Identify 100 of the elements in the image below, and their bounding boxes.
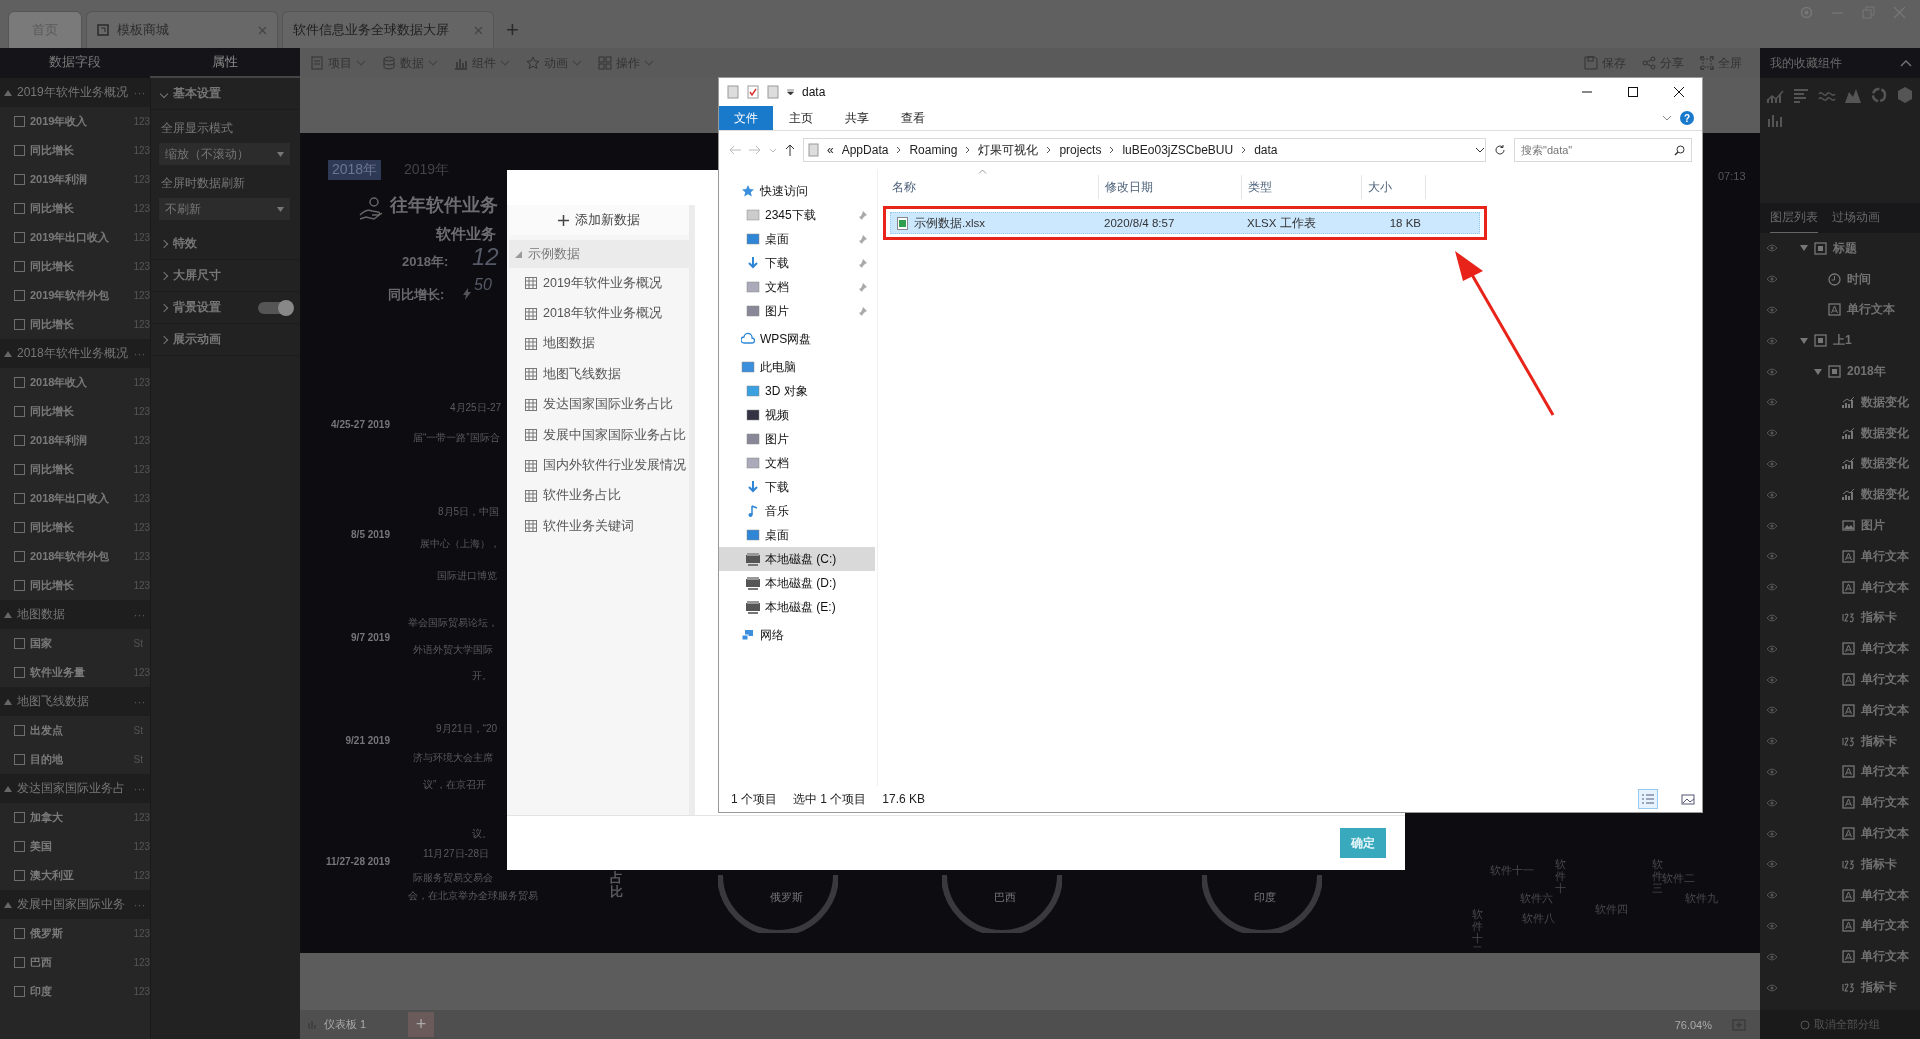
pin-icon[interactable] (858, 306, 867, 316)
app-tab[interactable]: 模板商城 (86, 11, 278, 48)
eye-icon[interactable] (1766, 798, 1778, 807)
nav-item[interactable]: 桌面 (719, 227, 875, 251)
eye-icon[interactable] (1766, 706, 1778, 715)
expand-triangle-icon[interactable] (4, 698, 12, 705)
checkbox[interactable] (14, 116, 25, 127)
layer-name[interactable]: 单行文本 (1861, 640, 1909, 658)
eye-icon[interactable] (1766, 244, 1778, 253)
eye-icon[interactable] (1766, 613, 1778, 622)
section-title[interactable]: 大屏尺寸 (172, 267, 221, 284)
eye-icon[interactable] (1766, 737, 1778, 746)
eye-icon[interactable] (1766, 891, 1778, 900)
eye-icon[interactable] (1766, 767, 1778, 776)
nav-item[interactable]: 网络 (719, 623, 875, 647)
layer-name[interactable]: 单行文本 (1861, 671, 1909, 689)
column-header[interactable]: 修改日期 (1099, 175, 1242, 199)
layer-name[interactable]: 单行文本 (1847, 301, 1895, 319)
up-arrow-icon[interactable] (785, 144, 795, 156)
eye-icon[interactable] (1766, 398, 1778, 407)
checkbox[interactable] (14, 261, 25, 272)
eye-icon[interactable] (1766, 583, 1778, 592)
more-icon[interactable]: ··· (133, 897, 146, 912)
page-tab[interactable]: 仪表板 1 (324, 1017, 367, 1032)
field-group-title[interactable]: 地图数据 (17, 606, 65, 623)
section-title[interactable]: 特效 (172, 235, 197, 252)
layer-name[interactable]: 标题 (1833, 239, 1857, 257)
breadcrumb[interactable]: projects (1059, 143, 1102, 157)
layer-name[interactable]: 指标卡 (1861, 609, 1897, 627)
checkbox[interactable] (14, 667, 25, 678)
layer-name[interactable]: 单行文本 (1861, 547, 1909, 565)
nav-item[interactable]: 下载 (719, 251, 875, 275)
dropdown[interactable]: 不刷新 (158, 198, 290, 220)
eye-icon[interactable] (1766, 521, 1778, 530)
search-field[interactable]: 搜索"data" (1514, 138, 1692, 162)
layer-name[interactable]: 单行文本 (1861, 825, 1909, 843)
ribbon-tab[interactable]: 共享 (829, 106, 885, 130)
checkbox[interactable] (14, 290, 25, 301)
pin-icon[interactable] (858, 282, 867, 292)
help-icon[interactable]: ? (1680, 111, 1694, 125)
expand-triangle-icon[interactable] (515, 250, 522, 258)
ribbon-tab[interactable]: 文件 (719, 106, 773, 130)
checkbox[interactable] (14, 174, 25, 185)
layer-name[interactable]: 单行文本 (1861, 701, 1909, 719)
view-toggle[interactable] (1638, 789, 1658, 809)
expand-triangle-icon[interactable] (4, 611, 12, 618)
confirm-button[interactable]: 确定 (1340, 828, 1386, 858)
section-title[interactable]: 展示动画 (172, 331, 221, 348)
layer-name[interactable]: 指标卡 (1861, 855, 1897, 873)
breadcrumb[interactable]: Roaming (909, 143, 958, 157)
layer-name[interactable]: 时间 (1847, 270, 1871, 288)
nav-item[interactable]: 视频 (719, 403, 875, 427)
more-icon[interactable]: ··· (133, 607, 146, 622)
ribbon-tab[interactable]: 查看 (885, 106, 941, 130)
maximize-icon[interactable] (1628, 87, 1638, 97)
more-icon[interactable]: ··· (133, 346, 146, 361)
checkbox[interactable] (14, 928, 25, 939)
checkbox[interactable] (14, 145, 25, 156)
nav-item[interactable]: 文档 (719, 451, 875, 475)
layer-name[interactable]: 单行文本 (1861, 763, 1909, 781)
data-table-item[interactable]: 地图数据 (509, 328, 689, 360)
nav-item[interactable]: 此电脑 (719, 355, 875, 379)
field-group-title[interactable]: 2018年软件业务概况 (17, 345, 128, 362)
expand-triangle-icon[interactable] (4, 350, 12, 357)
eye-icon[interactable] (1766, 644, 1778, 653)
checkbox[interactable] (14, 464, 25, 475)
section-title[interactable]: 背景设置 (172, 299, 221, 316)
layer-name[interactable]: 指标卡 (1861, 979, 1897, 996)
forward-arrow-icon[interactable] (749, 145, 761, 155)
nav-item[interactable]: 快速访问 (719, 179, 875, 203)
more-icon[interactable]: ··· (133, 694, 146, 709)
eye-icon[interactable] (1766, 860, 1778, 869)
add-page-button[interactable]: + (408, 1012, 434, 1037)
column-header[interactable]: 名称 (886, 175, 1099, 199)
field-group-title[interactable]: 发展中国家国际业务 (17, 896, 125, 913)
dropdown-caret-icon[interactable] (787, 89, 794, 95)
checkbox[interactable] (14, 551, 25, 562)
eye-icon[interactable] (1766, 367, 1778, 376)
eye-icon[interactable] (1766, 459, 1778, 468)
data-table-item[interactable]: 软件业务占比 (509, 480, 689, 512)
add-data-button[interactable]: 添加新数据 (509, 205, 689, 235)
data-table-item[interactable]: 2019年软件业务概况 (509, 268, 689, 299)
pin-icon[interactable] (858, 234, 867, 244)
nav-item[interactable]: 桌面 (719, 523, 875, 547)
checkbox[interactable] (14, 319, 25, 330)
file-row[interactable]: 示例数据.xlsx 2020/8/4 8:57 XLSX 工作表 18 KB (890, 212, 1480, 234)
nav-item[interactable]: 2345下载 (719, 203, 875, 227)
eye-icon[interactable] (1766, 829, 1778, 838)
expand-triangle-icon[interactable] (4, 785, 12, 792)
layer-name[interactable]: 数据变化 (1861, 393, 1909, 411)
checkbox[interactable] (14, 203, 25, 214)
ring-icon[interactable] (1870, 86, 1888, 104)
checkbox[interactable] (14, 580, 25, 591)
data-table-item[interactable]: 地图飞线数据 (509, 359, 689, 390)
expand-triangle-icon[interactable] (1800, 245, 1808, 252)
checkbox[interactable] (14, 812, 25, 823)
year-tab[interactable]: 2018年 (328, 160, 382, 180)
expand-triangle-icon[interactable] (1800, 337, 1808, 344)
nav-item[interactable]: 本地磁盘 (E:) (719, 595, 875, 619)
dropdown[interactable]: 缩放（不滚动） (158, 143, 290, 165)
